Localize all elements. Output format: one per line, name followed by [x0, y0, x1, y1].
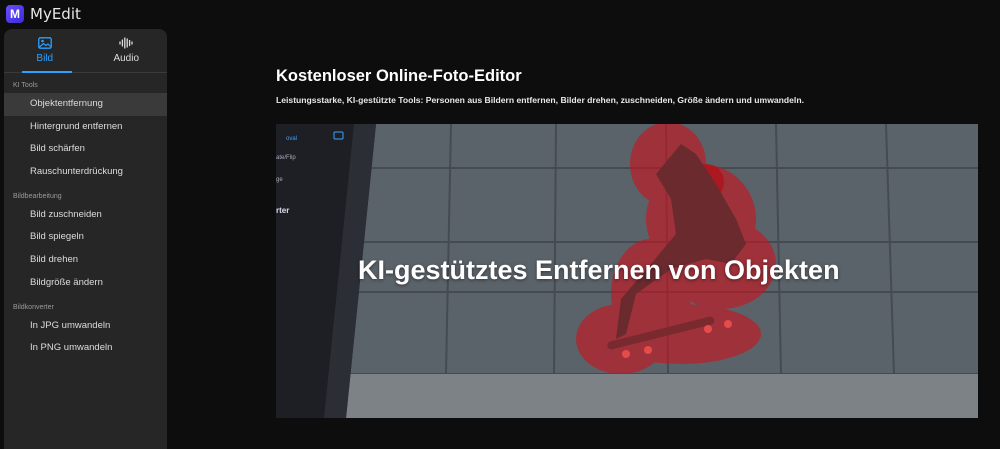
page-subtitle: Leistungsstarke, KI-gestützte Tools: Per…	[276, 95, 804, 105]
image-icon	[37, 37, 52, 49]
main-content: Kostenloser Online-Foto-Editor Leistungs…	[167, 28, 1000, 449]
audio-wave-icon	[119, 37, 133, 49]
tab-audio[interactable]: Audio	[86, 29, 168, 72]
panel-item: ge	[276, 177, 283, 183]
brand-name: MyEdit	[30, 5, 81, 23]
sidebar-item-bild-zuschneiden[interactable]: Bild zuschneiden	[4, 204, 167, 227]
myedit-logo[interactable]: M	[6, 5, 24, 23]
tab-bild[interactable]: Bild	[4, 29, 86, 73]
sidebar-item-objektentfernung[interactable]: Objektentfernung	[4, 93, 167, 116]
panel-item: oval	[286, 136, 298, 142]
sidebar-item-bild-schaerfen[interactable]: Bild schärfen	[4, 138, 167, 161]
panel-item: ate/Flip	[276, 155, 296, 161]
section-title-ki-tools: KI Tools	[13, 82, 38, 89]
sidebar-item-in-jpg-umwandeln[interactable]: In JPG umwandeln	[4, 315, 167, 338]
hero-text: KI-gestütztes Entfernen von Objekten	[358, 255, 840, 285]
sidebar-item-bild-spiegeln[interactable]: Bild spiegeln	[4, 226, 167, 249]
sidebar-item-bild-drehen[interactable]: Bild drehen	[4, 249, 167, 272]
page-title: Kostenloser Online-Foto-Editor	[276, 67, 522, 85]
sidebar-item-rauschunterdrueckung[interactable]: Rauschunterdrückung	[4, 161, 167, 184]
sidebar-item-bildgroesse-aendern[interactable]: Bildgröße ändern	[4, 272, 167, 295]
top-bar: M MyEdit	[0, 0, 1000, 28]
sidebar: Bild Audio KI Tools Objektentfernung Hin…	[4, 29, 167, 449]
section-title-bildkonverter: Bildkonverter	[13, 303, 54, 311]
section-title-bildbearbeitung: Bildbearbeitung	[13, 192, 62, 200]
tab-label: Bild	[36, 53, 54, 64]
tab-label: Audio	[113, 53, 140, 64]
tab-bar: Bild Audio	[4, 29, 167, 73]
sidebar-item-hintergrund-entfernen[interactable]: Hintergrund entfernen	[4, 116, 167, 139]
hero-banner-image: oval ate/Flip ge rter KI-gestütztes Entf…	[276, 124, 978, 418]
panel-item: rter	[276, 206, 290, 215]
sidebar-item-in-png-umwandeln[interactable]: In PNG umwandeln	[4, 337, 167, 360]
